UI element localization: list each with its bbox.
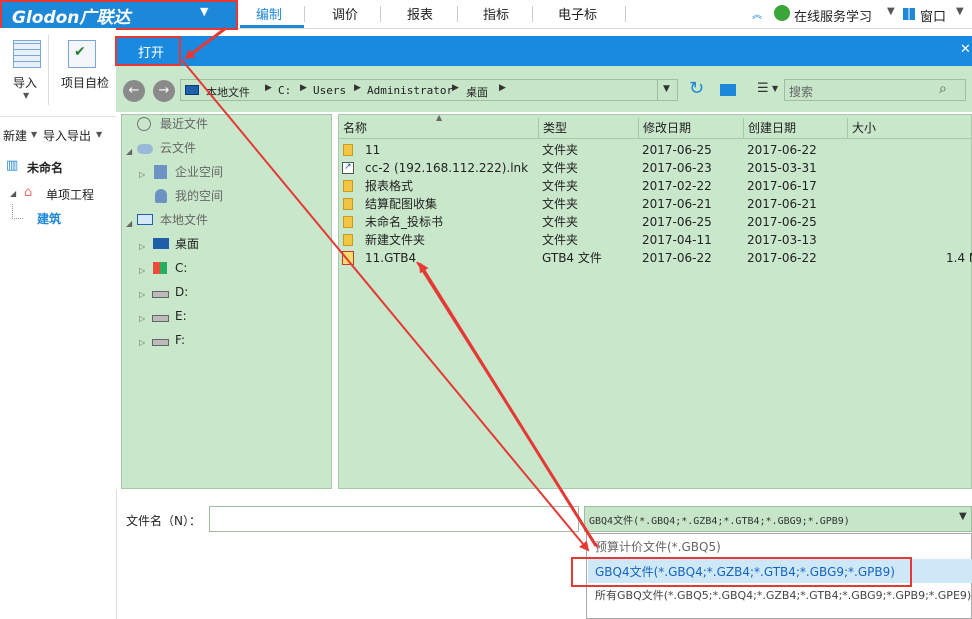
arrow-brand-to-open — [184, 26, 227, 60]
annotation-arrows — [181, 26, 599, 552]
arrow-filter-to-file — [418, 262, 598, 547]
arrow-open-to-filter — [181, 59, 590, 552]
